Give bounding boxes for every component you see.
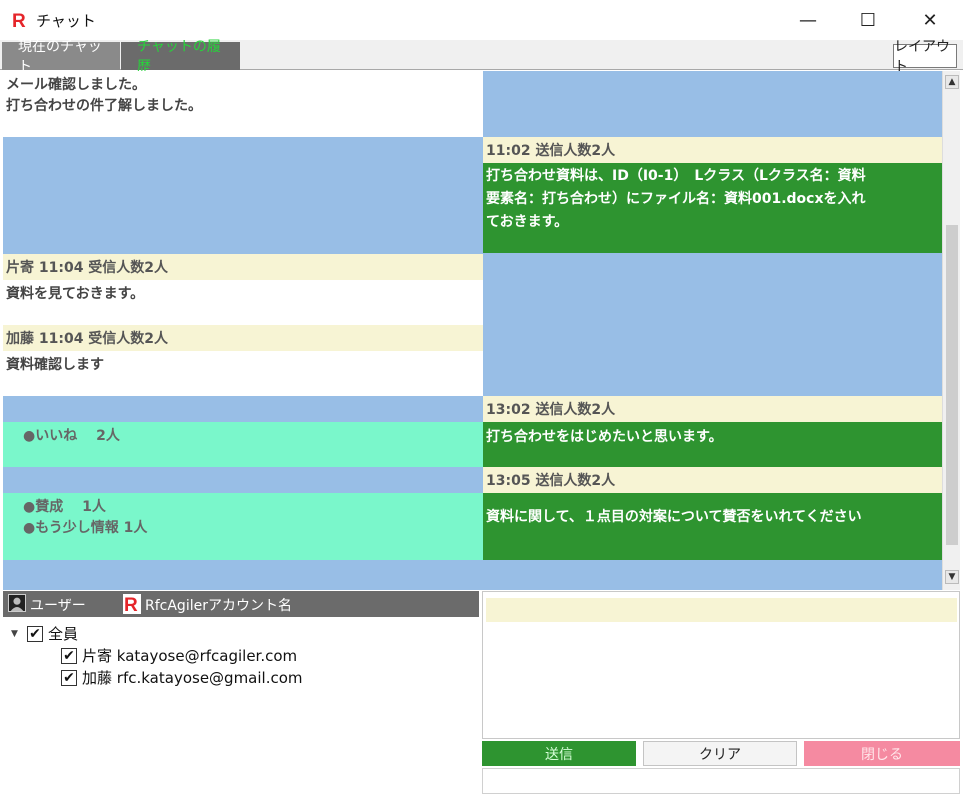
close-button[interactable]: 閉じる: [804, 741, 960, 766]
svg-text:R: R: [124, 595, 138, 614]
app-logo-icon: R: [123, 594, 141, 614]
message-header: 加藤 11:04 受信人数2人: [3, 325, 483, 351]
message-line: 資料確認します: [6, 357, 104, 373]
layout-button[interactable]: レイアウト: [893, 39, 957, 75]
status-strip: [482, 768, 960, 794]
maximize-button[interactable]: ☐: [838, 0, 898, 40]
chevron-down-icon[interactable]: ▼: [11, 629, 27, 639]
app-logo-icon: R: [11, 10, 29, 30]
message-line: メール確認しました。: [6, 77, 146, 93]
message-line: ておきます。: [486, 214, 569, 230]
received-message: メール確認しました。 打ち合わせの件了解しました。: [3, 71, 483, 137]
reaction-item: ●賛成 1人: [23, 499, 106, 515]
tree-node-all[interactable]: ▼ ✔ 全員: [11, 623, 78, 644]
minimize-button[interactable]: —: [778, 0, 838, 40]
checkbox-all[interactable]: ✔: [27, 625, 43, 642]
tab-chat-history[interactable]: チャットの履歴: [121, 39, 240, 75]
chat-history-area: メール確認しました。 打ち合わせの件了解しました。 11:02 送信人数2人 打…: [3, 71, 942, 590]
scroll-down-icon[interactable]: ▼: [945, 570, 959, 584]
tab-current-chat[interactable]: 現在のチャット: [2, 39, 120, 75]
message-header: 11:02 送信人数2人: [483, 137, 942, 163]
message-line: 資料に関して、１点目の対案について賛否をいれてください: [486, 509, 862, 525]
sent-message: 打ち合わせ資料は、ID（I0-1） Lクラス（Lクラス名：資料 要素名：打ち合わ…: [483, 163, 942, 253]
scroll-up-icon[interactable]: ▲: [945, 75, 959, 89]
user-tree: ▼ ✔ 全員 ✔ 片寄 katayose@rfcagiler.com ✔ 加藤 …: [3, 617, 479, 793]
message-line: 資料を見ておきます。: [6, 286, 145, 302]
received-message: 資料確認します: [3, 351, 483, 396]
user-email: rfc.katayose@gmail.com: [116, 668, 303, 687]
checkbox-user[interactable]: ✔: [61, 669, 77, 686]
tree-node-user[interactable]: ✔ 片寄 katayose@rfcagiler.com: [61, 645, 297, 666]
sent-message: 打ち合わせをはじめたいと思います。: [483, 422, 942, 467]
message-header: 13:05 送信人数2人: [483, 467, 942, 493]
sent-message: 資料に関して、１点目の対案について賛否をいれてください: [483, 493, 942, 560]
account-column-label: RfcAgilerアカウント名: [145, 598, 292, 614]
user-email: katayose@rfcagiler.com: [116, 646, 298, 665]
message-compose-area: [482, 591, 960, 739]
message-input[interactable]: [486, 598, 957, 622]
user-name: 加藤: [82, 669, 113, 687]
clear-button[interactable]: クリア: [643, 741, 797, 766]
user-column-label: ユーザー: [30, 598, 86, 614]
close-window-button[interactable]: ✕: [900, 0, 960, 40]
tree-node-label: 全員: [48, 625, 79, 643]
tree-node-user[interactable]: ✔ 加藤 rfc.katayose@gmail.com: [61, 667, 303, 688]
title-bar: R チャット — ☐ ✕: [0, 0, 963, 40]
send-button[interactable]: 送信: [482, 741, 636, 766]
svg-text:R: R: [12, 11, 26, 30]
reaction-summary: ●賛成 1人 ●もう少し情報 1人: [3, 493, 483, 560]
message-line: 打ち合わせ資料は、ID（I0-1） Lクラス（Lクラス名：資料: [486, 168, 866, 184]
message-line: 打ち合わせの件了解しました。: [6, 98, 202, 114]
user-name: 片寄: [82, 647, 113, 665]
checkbox-user[interactable]: ✔: [61, 647, 77, 664]
message-header: 片寄 11:04 受信人数2人: [3, 254, 483, 280]
received-message: 資料を見ておきます。: [3, 280, 483, 325]
message-header: 13:02 送信人数2人: [483, 396, 942, 422]
users-panel-header: ユーザー R RfcAgilerアカウント名: [3, 591, 479, 617]
window-title: チャット: [36, 12, 96, 30]
user-icon: [8, 594, 26, 612]
reaction-summary: ●いいね 2人: [3, 422, 483, 467]
reaction-item: ●いいね 2人: [23, 428, 120, 444]
reaction-item: ●もう少し情報 1人: [23, 520, 148, 536]
scroll-thumb[interactable]: [946, 225, 958, 545]
chat-scrollbar[interactable]: ▲ ▼: [942, 71, 960, 590]
tab-bar: 現在のチャット チャットの履歴: [0, 39, 963, 75]
message-line: 要素名：打ち合わせ）にファイル名：資料001.docxを入れ: [486, 191, 866, 207]
message-line: 打ち合わせをはじめたいと思います。: [486, 429, 723, 445]
